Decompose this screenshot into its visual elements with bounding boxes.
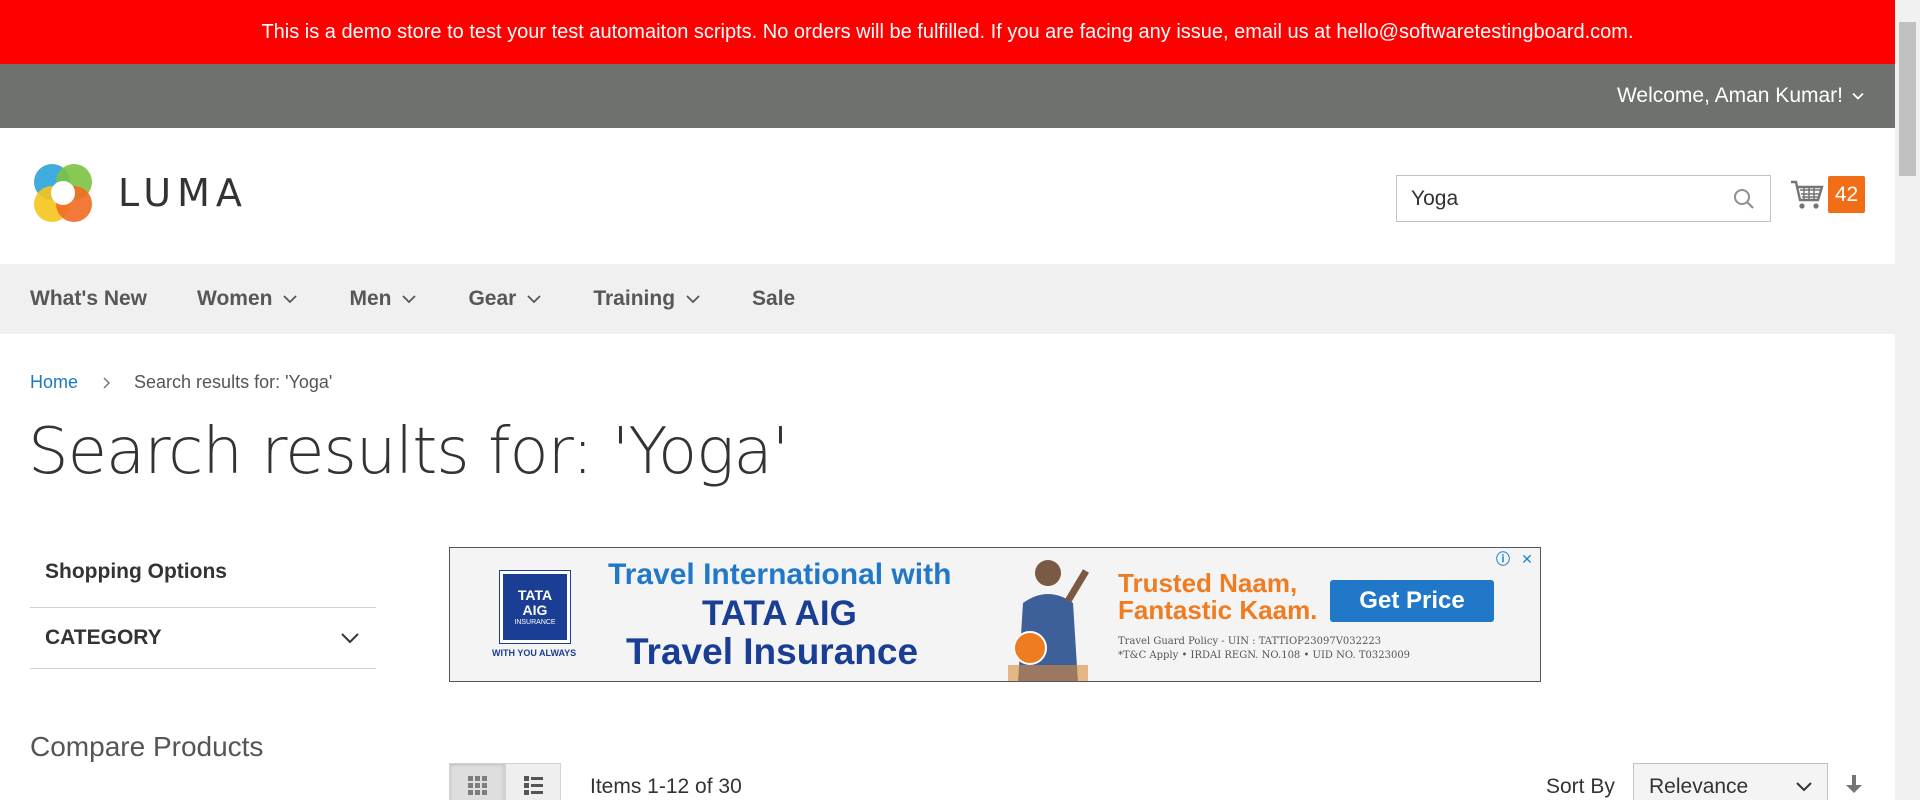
breadcrumb: Home Search results for: 'Yoga' — [30, 372, 332, 393]
chevron-down-icon — [686, 295, 700, 304]
nav-item-women[interactable]: Women — [167, 287, 298, 311]
view-modes — [449, 763, 561, 800]
shopping-options-title: Shopping Options — [30, 548, 376, 608]
items-count: Items 1-12 of 30 — [590, 775, 742, 798]
luma-logo[interactable]: LUMA — [30, 160, 248, 226]
nav-item-training[interactable]: Training — [563, 287, 701, 311]
tata-aig-logo: TATA AIG INSURANCE — [499, 570, 571, 644]
welcome-text: Welcome, Aman Kumar! — [1616, 84, 1843, 107]
chevron-down-icon — [283, 295, 298, 304]
page-scrollbar[interactable] — [1895, 0, 1920, 800]
ad-logo-line2: AIG — [522, 602, 548, 619]
ad-headline-3: Travel Insurance — [626, 631, 919, 672]
ad-trust-line2: Fantastic Kaam. — [1118, 595, 1318, 626]
sort-by-select[interactable]: Relevance — [1633, 763, 1828, 800]
advertisement-banner[interactable]: TATA AIG INSURANCE WITH YOU ALWAYS Trave… — [449, 547, 1541, 682]
ad-headline-2: TATA AIG — [702, 594, 857, 633]
ad-headline-1: Travel International with — [608, 558, 952, 591]
chevron-down-icon — [341, 633, 359, 644]
chevron-down-icon — [1852, 92, 1864, 100]
scrollbar-thumb[interactable] — [1899, 22, 1916, 176]
ad-person-image — [1008, 560, 1090, 681]
demo-banner-text: This is a demo store to test your test a… — [261, 20, 1634, 43]
grid-icon — [468, 776, 487, 795]
search-icon[interactable] — [1732, 187, 1756, 211]
sort-direction-arrow-icon[interactable] — [1843, 773, 1865, 795]
nav-label: Gear — [468, 287, 517, 310]
breadcrumb-current: Search results for: 'Yoga' — [134, 372, 333, 392]
chevron-right-icon — [103, 376, 111, 389]
nav-item-men[interactable]: Men — [319, 287, 417, 311]
breadcrumb-home-link[interactable]: Home — [30, 372, 78, 393]
list-icon — [524, 776, 543, 795]
demo-store-banner: This is a demo store to test your test a… — [0, 0, 1895, 64]
nav-item-gear[interactable]: Gear — [438, 287, 542, 311]
category-filter-label: CATEGORY — [45, 626, 162, 649]
ad-info-icon[interactable]: ⓘ — [1494, 550, 1512, 568]
ad-fine-line2: *T&C Apply • IRDAI REGN. NO.108 • UID NO… — [1118, 650, 1411, 661]
luma-logo-icon — [34, 164, 92, 222]
ad-logo-line3: INSURANCE — [514, 618, 556, 626]
sidebar: Shopping Options CATEGORY Compare Produc… — [30, 548, 376, 763]
search-box — [1396, 175, 1771, 222]
ad-logo-tagline: WITH YOU ALWAYS — [492, 648, 577, 658]
nav-label: Training — [593, 287, 676, 310]
ad-trust-line1: Trusted Naam, — [1118, 568, 1298, 598]
minicart[interactable]: 42 — [1790, 176, 1865, 213]
nav-item-sale[interactable]: Sale — [722, 287, 795, 311]
cart-count-badge: 42 — [1828, 176, 1865, 213]
shopping-cart-icon — [1791, 180, 1824, 209]
ad-trust-text: Trusted Naam, Fantastic Kaam. — [1118, 568, 1318, 626]
ad-logo-line1: TATA — [517, 586, 553, 603]
ad-get-price-button[interactable]: Get Price — [1330, 580, 1494, 622]
nav-label: Men — [349, 287, 392, 310]
products-toolbar: Items 1-12 of 30 Sort By Relevance — [449, 763, 1869, 800]
list-view-button[interactable] — [505, 763, 561, 800]
chevron-down-icon — [1796, 782, 1812, 792]
welcome-menu[interactable]: Welcome, Aman Kumar! — [1617, 64, 1865, 128]
ad-close-icon[interactable]: ✕ — [1518, 550, 1536, 568]
main-navigation: What's New Women Men Gear Training Sale — [0, 264, 1895, 334]
nav-label: Women — [197, 287, 273, 310]
search-input[interactable] — [1397, 176, 1717, 221]
page-title: Search results for: 'Yoga' — [28, 415, 789, 489]
top-bar: Welcome, Aman Kumar! — [0, 64, 1895, 128]
chevron-down-icon — [402, 295, 417, 304]
ad-fine-print: Travel Guard Policy - UIN : TATTIOP23097… — [1118, 635, 1410, 663]
nav-label: Sale — [752, 287, 796, 310]
site-header: LUMA 42 — [0, 128, 1895, 264]
sort-by-label: Sort By — [1546, 775, 1615, 798]
category-filter[interactable]: CATEGORY — [30, 608, 376, 669]
ad-fine-line1: Travel Guard Policy - UIN : TATTIOP23097… — [1118, 636, 1382, 647]
nav-label: What's New — [30, 287, 148, 310]
ad-controls: ⓘ ✕ — [1494, 550, 1536, 568]
sort-by-value: Relevance — [1649, 775, 1749, 798]
chevron-down-icon — [527, 295, 541, 304]
compare-products-title: Compare Products — [30, 731, 264, 762]
grid-view-button[interactable] — [449, 763, 505, 800]
nav-item-whats-new[interactable]: What's New — [0, 287, 147, 311]
logo-text: LUMA — [118, 171, 248, 215]
